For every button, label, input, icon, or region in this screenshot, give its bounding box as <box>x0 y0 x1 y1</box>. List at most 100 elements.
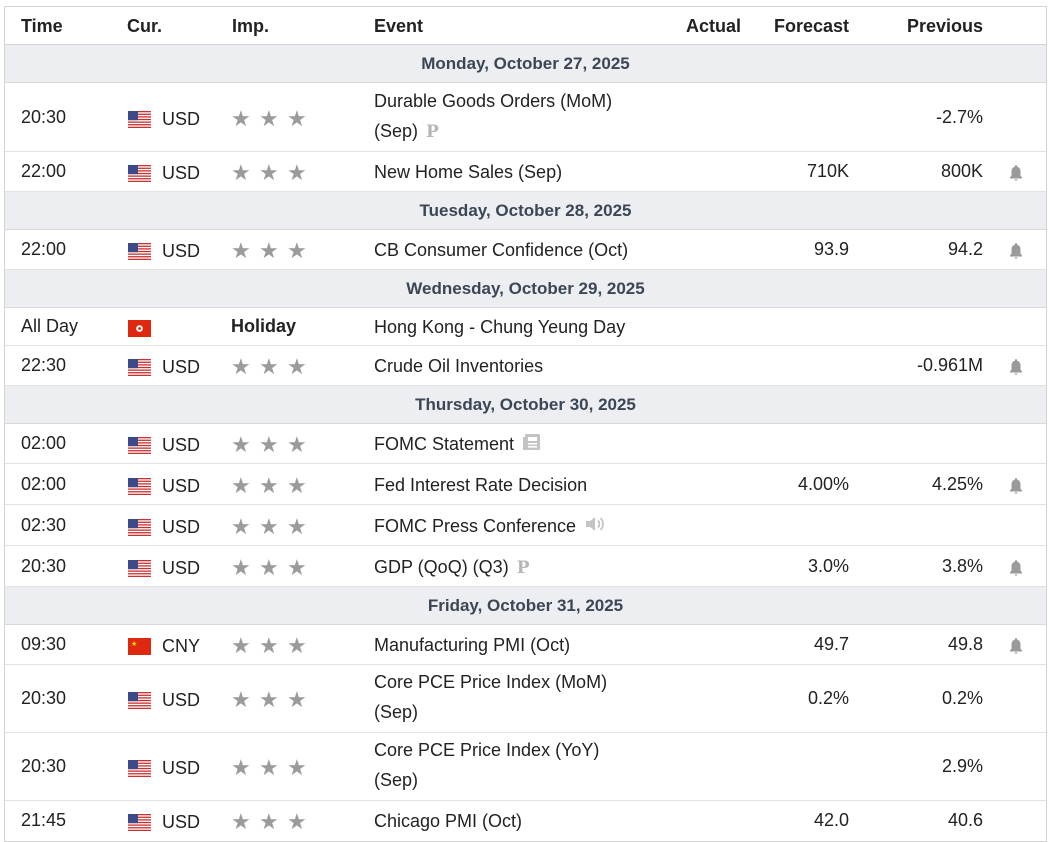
table-row[interactable]: 22:00 USD ★ ★ ★ CB Consumer Confidence (Oct) 9… <box>5 230 1046 270</box>
previous-value: 4.25% <box>931 473 983 494</box>
bell-alert-icon[interactable] <box>1008 477 1024 495</box>
header-forecast[interactable]: Forecast <box>774 16 849 37</box>
event-time: 02:00 <box>21 473 67 494</box>
event-time: 21:45 <box>21 810 67 830</box>
event-time: 02:30 <box>21 514 67 535</box>
event-title[interactable]: New Home Sales (Sep) <box>374 162 562 182</box>
event-name[interactable]: Fed Interest Rate Decision <box>374 470 664 500</box>
importance-stars: ★ ★ ★ <box>231 474 315 498</box>
importance-stars: ★ ★ ★ <box>231 434 315 457</box>
header-previous[interactable]: Previous <box>907 16 983 37</box>
importance-stars: ★ ★ ★ <box>231 689 315 712</box>
event-name[interactable]: Hong Kong - Chung Yeung Day <box>374 312 664 342</box>
star-icon: ★ <box>259 809 279 834</box>
event-title[interactable]: GDP (QoQ) (Q3) <box>374 557 509 577</box>
event-time: 20:30 <box>21 106 67 127</box>
header-time[interactable]: Time <box>21 16 63 37</box>
event-title[interactable]: Chicago PMI (Oct) <box>374 811 522 831</box>
star-icon: ★ <box>287 755 307 780</box>
table-row[interactable]: 02:30 USD ★ ★ ★ FOMC Press Conference <box>5 505 1046 546</box>
event-name[interactable]: FOMC Statement <box>374 429 664 460</box>
table-row[interactable]: 09:30 ★ CNY ★ ★ ★ Manufacturing PMI (Oct) 49.7 4… <box>5 625 1046 665</box>
event-time: 22:00 <box>21 161 67 181</box>
event-time: All Day <box>21 316 79 336</box>
previous-value: 49.8 <box>947 634 983 654</box>
economic-calendar-table: Time Cur. Imp. Event Actual Forecast Pre… <box>4 6 1047 842</box>
event-title[interactable]: Manufacturing PMI (Oct) <box>374 635 570 655</box>
bell-alert-icon[interactable] <box>1008 358 1024 376</box>
forecast-value: 93.9 <box>813 239 849 259</box>
star-icon: ★ <box>287 432 307 457</box>
star-icon: ★ <box>259 687 279 712</box>
event-name[interactable]: New Home Sales (Sep) <box>374 157 664 187</box>
table-row[interactable]: 02:00 USD ★ ★ ★ Fed Interest Rate Decision 4.0… <box>5 464 1046 505</box>
event-title[interactable]: Crude Oil Inventories <box>374 356 543 376</box>
event-name[interactable]: Chicago PMI (Oct) <box>374 806 664 836</box>
event-name[interactable]: CB Consumer Confidence (Oct) <box>374 235 664 265</box>
table-row[interactable]: 22:30 USD ★ ★ ★ Crude Oil Inventories -0.961M <box>5 346 1046 386</box>
event-time: 09:30 <box>21 634 67 654</box>
event-name[interactable]: Core PCE Price Index (YoY) (Sep) <box>374 735 664 795</box>
currency-code: USD <box>162 812 201 832</box>
date-header: Friday, October 31, 2025 <box>5 587 1046 625</box>
currency-code: USD <box>162 357 201 377</box>
header-currency[interactable]: Cur. <box>127 16 162 37</box>
event-title[interactable]: Core PCE Price Index (MoM) (Sep) <box>374 672 607 722</box>
event-title[interactable]: Fed Interest Rate Decision <box>374 475 587 495</box>
header-importance[interactable]: Imp. <box>232 16 269 37</box>
star-icon: ★ <box>287 160 307 185</box>
table-row[interactable]: 20:30 USD ★ ★ ★ Durable Goods Orders (MoM) (S… <box>5 83 1046 152</box>
us-flag <box>128 518 151 536</box>
previous-value: 94.2 <box>947 239 983 259</box>
importance-stars: ★ ★ ★ <box>231 356 315 379</box>
star-icon: ★ <box>231 554 251 580</box>
event-time: 22:30 <box>21 355 67 375</box>
event-name[interactable]: Core PCE Price Index (MoM) (Sep) <box>374 667 664 727</box>
event-title[interactable]: CB Consumer Confidence (Oct) <box>374 240 628 260</box>
event-name[interactable]: Durable Goods Orders (MoM) (Sep) P <box>374 86 664 148</box>
importance-stars: ★ ★ ★ <box>231 162 315 185</box>
forecast-value: 710K <box>806 161 849 181</box>
bell-alert-icon[interactable] <box>1008 242 1024 260</box>
event-title[interactable]: Core PCE Price Index (YoY) (Sep) <box>374 740 599 790</box>
us-flag <box>128 559 151 577</box>
star-icon: ★ <box>287 809 307 834</box>
event-title[interactable]: Durable Goods Orders (MoM) (Sep) <box>374 91 612 141</box>
star-icon: ★ <box>287 554 307 580</box>
importance-stars: ★ ★ ★ <box>231 105 315 131</box>
bell-alert-icon[interactable] <box>1008 164 1024 182</box>
importance-stars: ★ ★ ★ <box>231 515 315 539</box>
star-icon: ★ <box>231 238 251 263</box>
event-title[interactable]: FOMC Statement <box>374 434 514 454</box>
event-time: 20:30 <box>21 555 67 576</box>
us-flag <box>128 760 151 778</box>
holiday-label: Holiday <box>231 316 297 336</box>
currency-code: USD <box>162 108 201 129</box>
table-row[interactable]: 20:30 USD ★ ★ ★ Core PCE Price Index (MoM) (S… <box>5 665 1046 733</box>
header-actual[interactable]: Actual <box>686 16 741 37</box>
bell-alert-icon[interactable] <box>1008 559 1024 577</box>
table-row[interactable]: 20:30 USD ★ ★ ★ Core PCE Price Index (YoY) (S… <box>5 733 1046 801</box>
cn-flag: ★ <box>128 638 151 655</box>
previous-value: 3.8% <box>941 555 983 576</box>
table-row[interactable]: 21:45 USD ★ ★ ★ Chicago PMI (Oct) 42.0 40.6 <box>5 801 1046 841</box>
event-name[interactable]: Manufacturing PMI (Oct) <box>374 630 664 660</box>
currency-code: USD <box>162 163 201 183</box>
bell-alert-icon[interactable] <box>1008 637 1024 655</box>
event-title[interactable]: Hong Kong - Chung Yeung Day <box>374 317 625 337</box>
previous-value: 0.2% <box>941 688 983 708</box>
event-name[interactable]: FOMC Press Conference <box>374 511 664 542</box>
us-flag <box>128 165 151 183</box>
table-row[interactable]: 02:00 USD ★ ★ ★ FOMC Statement <box>5 424 1046 464</box>
table-row[interactable]: 20:30 USD ★ ★ ★ GDP (QoQ) (Q3) P 3.0% 3.8% <box>5 546 1046 587</box>
header-event[interactable]: Event <box>374 16 423 37</box>
us-flag <box>128 814 151 832</box>
star-icon: ★ <box>259 238 279 263</box>
event-name[interactable]: Crude Oil Inventories <box>374 351 664 381</box>
event-name[interactable]: GDP (QoQ) (Q3) P <box>374 552 664 584</box>
table-row[interactable]: 22:00 USD ★ ★ ★ New Home Sales (Sep) 710K 800K <box>5 152 1046 192</box>
previous-value: 800K <box>940 161 983 181</box>
event-title[interactable]: FOMC Press Conference <box>374 516 576 536</box>
star-icon: ★ <box>259 105 279 131</box>
table-row[interactable]: All Day Holiday Hong Kong - Chung Yeung Da… <box>5 308 1046 346</box>
